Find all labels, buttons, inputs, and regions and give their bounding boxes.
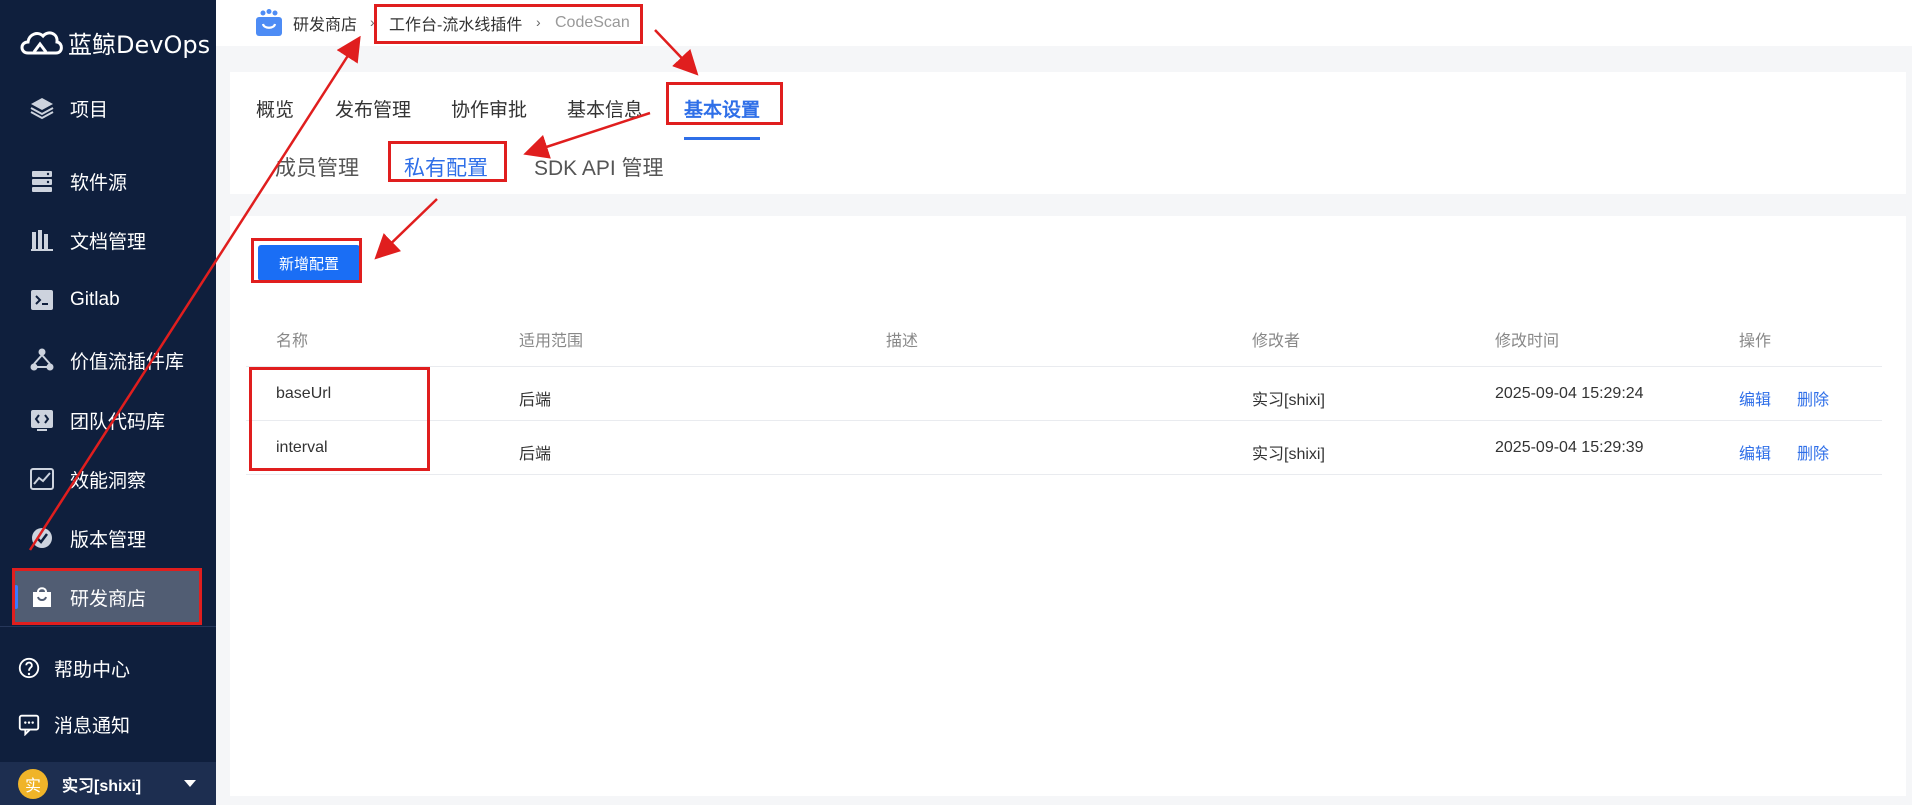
help-icon (16, 655, 42, 681)
row-delete-link[interactable]: 删除 (1797, 386, 1829, 410)
cloud-logo-icon (20, 31, 63, 55)
row-scope-cell: 后端 (519, 392, 552, 409)
column-header-time: 修改时间 (1495, 333, 1560, 350)
sidebar-item-team-repo[interactable]: 团队代码库 (0, 392, 216, 448)
row-edit-link[interactable]: 编辑 (1739, 386, 1771, 410)
sidebar-item-label: 价值流插件库 (70, 351, 185, 373)
sidebar-item-docs[interactable]: 文档管理 (0, 212, 216, 268)
tab-approval[interactable]: 协作审批 (451, 95, 527, 122)
row-modifier-cell: 实习[shixi] (1252, 446, 1325, 463)
document-icon (28, 226, 56, 254)
sidebar-item-version[interactable]: 版本管理 (0, 510, 216, 566)
sidebar-item-label: 版本管理 (70, 529, 147, 551)
subtab-members[interactable]: 成员管理 (275, 152, 359, 182)
layers-icon (28, 94, 56, 122)
sidebar-item-software-source[interactable]: 软件源 (0, 153, 216, 209)
tab-overview[interactable]: 概览 (256, 95, 294, 122)
sidebar-messages-label: 消息通知 (54, 715, 131, 737)
sidebar-item-label: 团队代码库 (70, 411, 166, 433)
annotation-box-store (12, 568, 202, 625)
column-header-scope: 适用范围 (519, 333, 584, 350)
subtab-sdk-api[interactable]: SDK API 管理 (534, 152, 664, 182)
sidebar-divider (0, 626, 216, 627)
table-row-divider (246, 420, 1882, 421)
terminal-icon (28, 286, 56, 314)
plugin-network-icon (28, 346, 56, 374)
server-icon (28, 167, 56, 195)
column-header-name: 名称 (276, 333, 309, 350)
sidebar-item-label: 效能洞察 (70, 470, 147, 492)
row-time-cell: 2025-09-04 15:29:39 (1495, 439, 1644, 456)
active-tab-underline (684, 137, 760, 140)
sidebar-item-label: Gitlab (70, 289, 120, 310)
sidebar-messages[interactable]: 消息通知 (0, 702, 216, 746)
tab-release[interactable]: 发布管理 (335, 95, 411, 122)
table-row-divider (246, 474, 1882, 475)
version-icon (28, 524, 56, 552)
column-header-modifier: 修改者 (1252, 333, 1301, 350)
caret-down-icon[interactable] (184, 780, 196, 787)
row-modifier-cell: 实习[shixi] (1252, 392, 1325, 409)
annotation-box-basic-settings (666, 82, 783, 125)
annotation-box-config-names (249, 367, 430, 471)
breadcrumb-store[interactable]: 研发商店 (293, 0, 357, 46)
annotation-box-breadcrumb (374, 4, 643, 44)
code-icon (28, 406, 56, 434)
sidebar-item-label: 软件源 (70, 172, 128, 194)
chart-line-icon (28, 465, 56, 493)
sidebar-help[interactable]: 帮助中心 (0, 646, 216, 690)
column-header-actions: 操作 (1739, 333, 1772, 350)
sidebar-item-project[interactable]: 项目 (0, 80, 216, 136)
row-delete-link[interactable]: 删除 (1797, 440, 1829, 464)
sidebar-item-gitlab[interactable]: Gitlab (0, 272, 216, 328)
row-time-cell: 2025-09-04 15:29:24 (1495, 385, 1644, 402)
brand-logo[interactable]: 蓝鲸DevOps (18, 22, 210, 62)
user-name: 实习[shixi] (62, 777, 142, 795)
sidebar-help-label: 帮助中心 (54, 659, 131, 681)
config-panel (230, 216, 1906, 796)
sidebar-item-label: 文档管理 (70, 231, 147, 253)
avatar: 实 (18, 768, 48, 799)
row-scope-cell: 后端 (519, 446, 552, 463)
message-icon (16, 711, 42, 737)
store-logo-icon (256, 9, 282, 36)
sidebar: 蓝鲸DevOps 项目 软件源 文档管理 Gitlab 价值流插件库 团队代码库… (0, 0, 216, 805)
column-header-description: 描述 (886, 333, 919, 350)
user-menu[interactable]: 实 实习[shixi] (0, 762, 216, 805)
brand-name: 蓝鲸DevOps (68, 30, 211, 59)
sidebar-item-value-stream-plugins[interactable]: 价值流插件库 (0, 332, 216, 388)
table-header-divider (246, 366, 1882, 367)
row-edit-link[interactable]: 编辑 (1739, 440, 1771, 464)
tab-basic-info[interactable]: 基本信息 (567, 95, 643, 122)
sidebar-item-insights[interactable]: 效能洞察 (0, 451, 216, 507)
annotation-box-private-config (388, 141, 507, 182)
sidebar-item-label: 项目 (70, 99, 109, 121)
annotation-box-add-button (251, 238, 362, 283)
